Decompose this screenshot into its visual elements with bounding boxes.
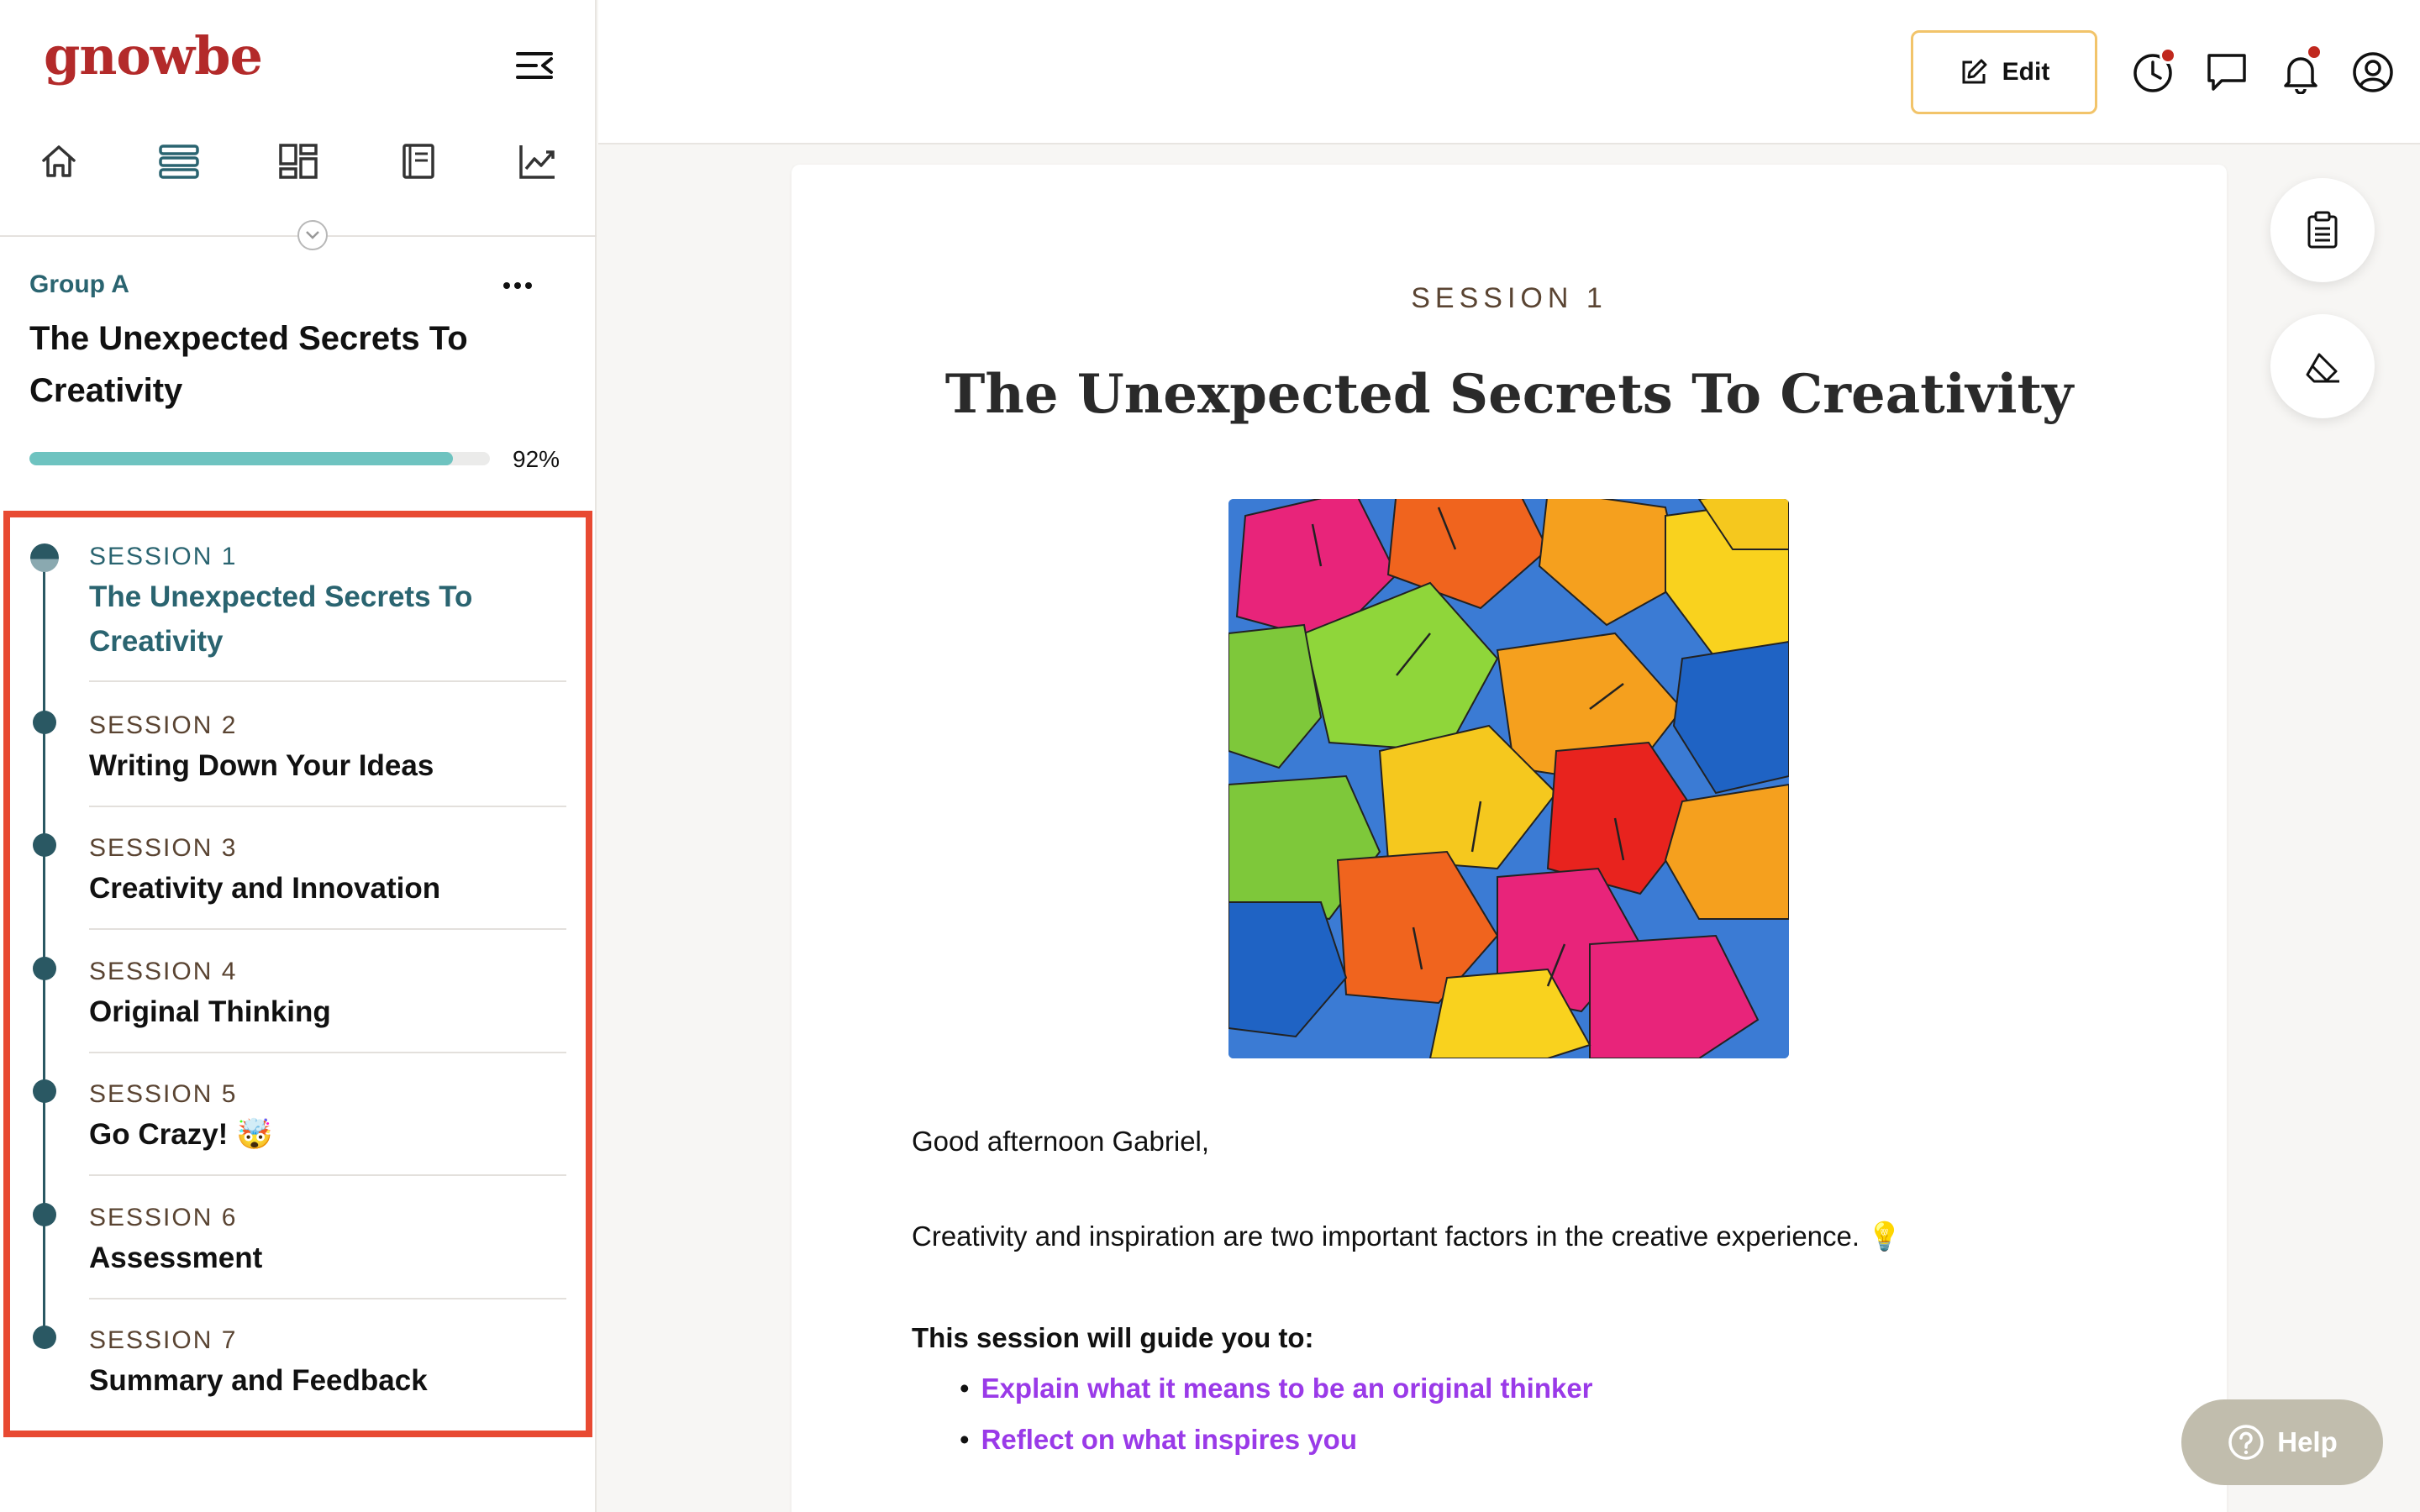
session-divider xyxy=(89,806,566,807)
collapse-menu-icon xyxy=(516,52,553,79)
more-options-button[interactable] xyxy=(502,267,533,307)
session-title: Go Crazy! 🤯 xyxy=(89,1118,273,1151)
list-icon xyxy=(158,144,199,179)
session-divider xyxy=(89,1052,566,1053)
umbrellas-illustration xyxy=(1228,499,1789,1058)
session-title: Assessment xyxy=(89,1242,263,1274)
book-icon xyxy=(402,144,434,179)
help-button-label: Help xyxy=(2277,1426,2338,1457)
edit-button-label: Edit xyxy=(2002,58,2050,86)
session-divider xyxy=(89,1298,566,1299)
profile-button[interactable] xyxy=(2349,49,2396,96)
session-number: SESSION 6 xyxy=(89,1204,238,1231)
clipboard-icon xyxy=(2307,211,2338,249)
guide-heading: This session will guide you to: xyxy=(912,1322,1314,1353)
session-title: The Unexpected Secrets To Creativity xyxy=(89,580,473,658)
course-progress-label: 92% xyxy=(513,446,560,472)
session-divider xyxy=(89,680,566,682)
chat-icon xyxy=(2207,54,2246,91)
collapse-sidebar-button[interactable] xyxy=(514,49,556,82)
session-marker xyxy=(33,1326,56,1349)
history-notification-dot xyxy=(2160,47,2176,64)
nav-home[interactable] xyxy=(34,139,84,184)
session-marker xyxy=(33,711,56,734)
help-button[interactable]: Help xyxy=(2181,1399,2383,1485)
notifications-button[interactable] xyxy=(2277,44,2324,96)
chat-button[interactable] xyxy=(2203,49,2250,96)
session-divider xyxy=(89,928,566,930)
intro-text: Creativity and inspiration are two impor… xyxy=(912,1221,1902,1252)
session-marker-current xyxy=(30,543,59,572)
group-label: Group A xyxy=(29,270,129,298)
course-title: The Unexpected Secrets To Creativity xyxy=(29,320,468,409)
session-marker xyxy=(33,833,56,857)
clipboard-button[interactable] xyxy=(2270,178,2375,282)
help-icon xyxy=(2228,1425,2264,1460)
session-marker xyxy=(33,957,56,980)
session-marker xyxy=(33,1203,56,1226)
session-title: Summary and Feedback xyxy=(89,1364,428,1397)
analytics-icon xyxy=(519,145,555,179)
eraser-icon xyxy=(2306,353,2339,383)
session-number: SESSION 7 xyxy=(89,1326,238,1354)
course-progress-fill xyxy=(29,452,454,465)
session-number: SESSION 5 xyxy=(89,1080,238,1108)
objective-link-1[interactable]: Explain what it means to be an original … xyxy=(981,1373,1593,1404)
session-title: Original Thinking xyxy=(89,995,331,1028)
more-horizontal-icon xyxy=(503,282,532,289)
nav-library[interactable] xyxy=(393,139,444,184)
session-number: SESSION 1 xyxy=(89,543,238,570)
session-number: SESSION 2 xyxy=(89,711,238,739)
nav-analytics[interactable] xyxy=(513,139,563,184)
objective-link-2[interactable]: Reflect on what inspires you xyxy=(981,1424,1357,1455)
top-bar: Edit xyxy=(598,0,2420,144)
content-session-label: SESSION 1 xyxy=(1411,282,1607,314)
eraser-button[interactable] xyxy=(2270,314,2375,418)
bullet-item-2: • Reflect on what inspires you xyxy=(960,1424,1357,1455)
session-number: SESSION 3 xyxy=(89,834,238,862)
profile-icon xyxy=(2353,52,2393,92)
greeting-text: Good afternoon Gabriel, xyxy=(912,1126,1210,1157)
expand-toggle[interactable] xyxy=(297,220,328,250)
session-number: SESSION 4 xyxy=(89,958,238,985)
sidebar-nav xyxy=(34,139,563,184)
content-title: The Unexpected Secrets To Creativity xyxy=(944,363,2074,426)
app-logo[interactable]: gnowbe xyxy=(44,25,263,87)
umbrellas-image xyxy=(1228,499,1789,1058)
session-divider xyxy=(89,1174,566,1176)
home-icon xyxy=(42,145,76,177)
dashboard-icon xyxy=(279,144,318,179)
course-progress-bar xyxy=(29,452,490,465)
session-content-card: SESSION 1 The Unexpected Secrets To Crea… xyxy=(792,165,2227,1512)
edit-button[interactable]: Edit xyxy=(1911,30,2097,114)
history-button[interactable] xyxy=(2129,47,2176,96)
edit-icon xyxy=(1962,59,1987,84)
session-title: Writing Down Your Ideas xyxy=(89,749,434,782)
notifications-badge-dot xyxy=(2306,44,2323,60)
sidebar: gnowbe Group A The Unexpected Secrets To… xyxy=(0,0,597,1512)
session-marker xyxy=(33,1079,56,1103)
bullet-item-1: • Explain what it means to be an original… xyxy=(960,1373,1593,1404)
nav-sessions[interactable] xyxy=(154,139,204,184)
chevron-down-icon xyxy=(306,231,319,239)
session-title: Creativity and Innovation xyxy=(89,872,441,905)
nav-dashboard[interactable] xyxy=(273,139,324,184)
